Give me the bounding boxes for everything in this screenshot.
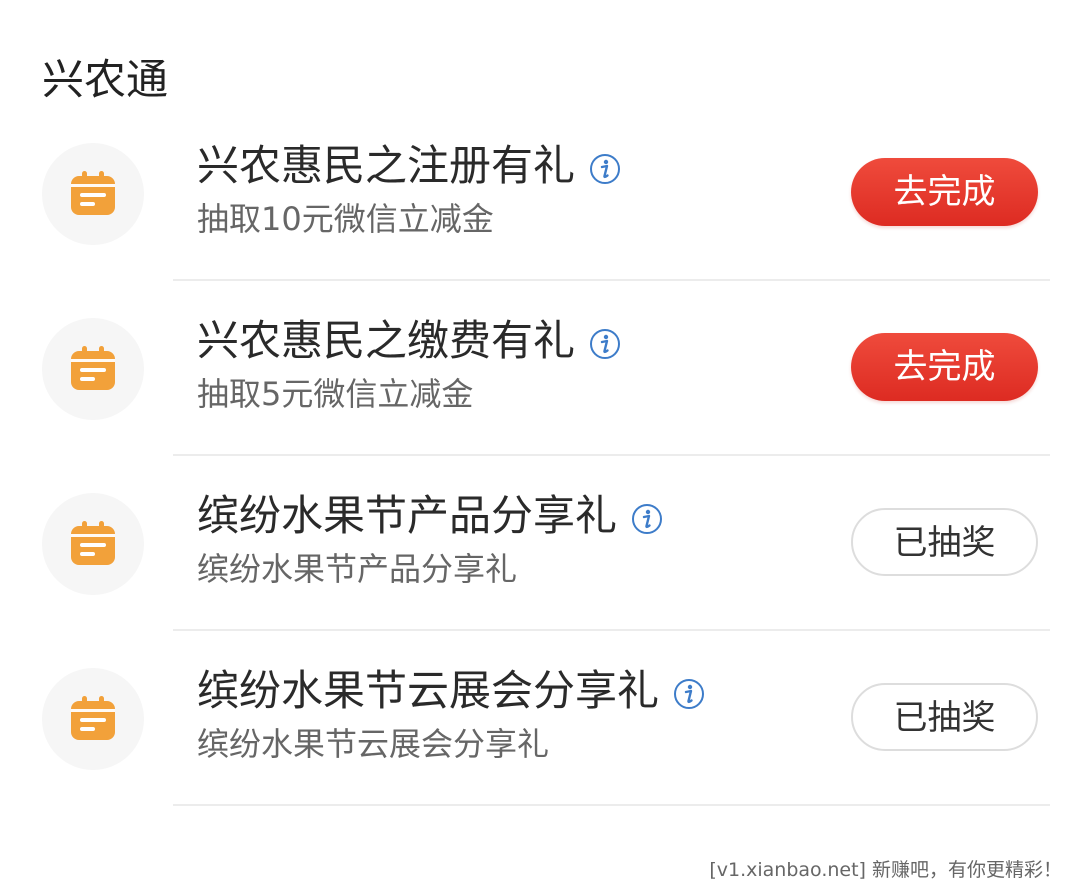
task-subtitle: 缤纷水果节产品分享礼 [197,550,518,588]
drawn-button[interactable]: 已抽奖 [851,683,1038,751]
task-row-payment[interactable]: 兴农惠民之缴费有礼 抽取5元微信立减金 去完成 [0,281,1076,456]
calendar-icon [42,318,144,420]
calendar-icon [42,668,144,770]
task-subtitle: 抽取5元微信立减金 [197,375,474,413]
info-icon[interactable] [631,503,663,535]
info-icon[interactable] [589,328,621,360]
watermark: [v1.xianbao.net] 新赚吧，有你更精彩！ [709,859,1062,881]
task-list: 兴农惠民之注册有礼 抽取10元微信立减金 去完成 兴农惠民之缴费有礼 抽取5元微… [0,106,1076,806]
section-title: 兴农通 [42,55,169,104]
calendar-icon [42,143,144,245]
go-complete-button[interactable]: 去完成 [851,333,1038,401]
info-icon[interactable] [589,153,621,185]
task-row-fruit-product[interactable]: 缤纷水果节产品分享礼 缤纷水果节产品分享礼 已抽奖 [0,456,1076,631]
task-title: 缤纷水果节产品分享礼 [197,491,618,540]
info-icon[interactable] [673,678,705,710]
task-subtitle: 缤纷水果节云展会分享礼 [197,725,550,763]
task-subtitle: 抽取10元微信立减金 [197,200,494,238]
task-row-fruit-expo[interactable]: 缤纷水果节云展会分享礼 缤纷水果节云展会分享礼 已抽奖 [0,631,1076,806]
task-row-register[interactable]: 兴农惠民之注册有礼 抽取10元微信立减金 去完成 [0,106,1076,281]
divider [173,804,1050,806]
calendar-icon [42,493,144,595]
drawn-button[interactable]: 已抽奖 [851,508,1038,576]
task-title: 兴农惠民之缴费有礼 [197,316,576,365]
go-complete-button[interactable]: 去完成 [851,158,1038,226]
task-title: 缤纷水果节云展会分享礼 [197,666,660,715]
task-title: 兴农惠民之注册有礼 [197,141,576,190]
